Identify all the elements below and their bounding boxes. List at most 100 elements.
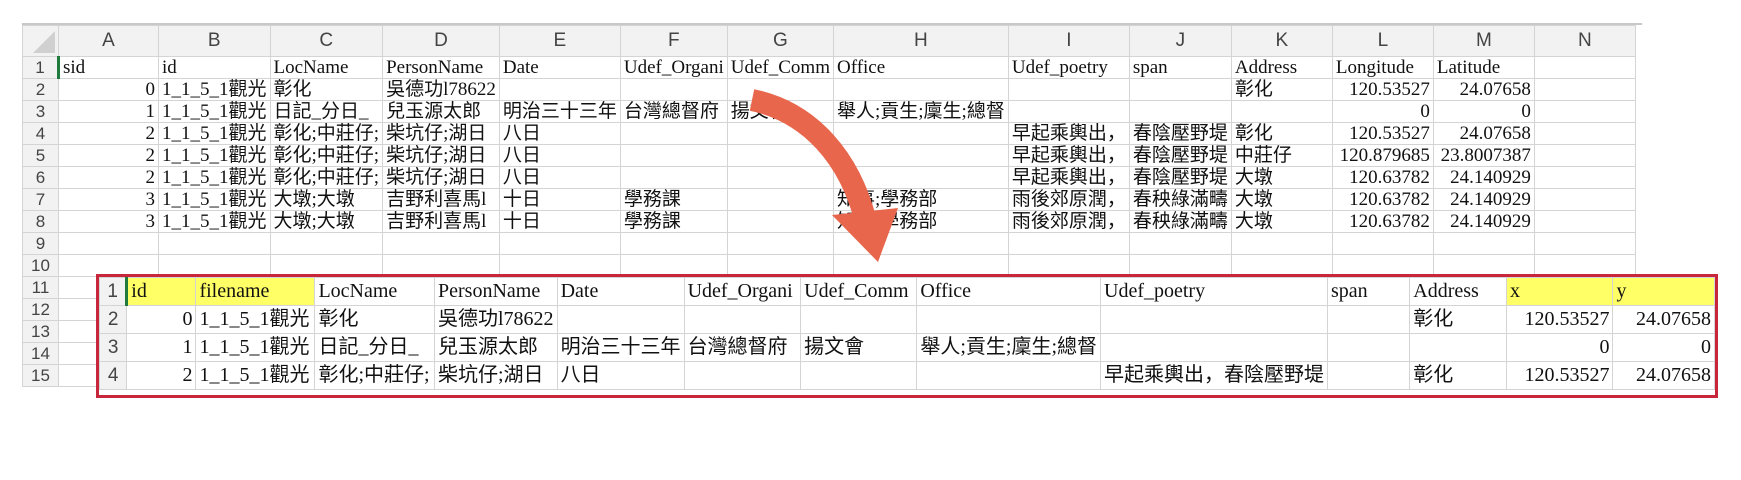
sheet-cell[interactable]: Udef_poetry (1007, 56, 1130, 79)
sheet-cell[interactable]: 120.63782 (1331, 166, 1434, 189)
column-header-b[interactable]: B (158, 25, 271, 57)
sheet-cell[interactable] (1230, 100, 1333, 123)
sheet-cell[interactable]: 學務課 (619, 210, 728, 233)
sheet-cell[interactable] (833, 144, 1009, 167)
sheet-cell[interactable]: 1_1_5_1觀光 (158, 122, 271, 145)
column-header-a[interactable]: A (58, 25, 159, 57)
sheet-cell[interactable] (1533, 78, 1636, 101)
sheet-cell[interactable]: 知事;學務部 (833, 188, 1009, 211)
sheet-cell[interactable]: 早起乘輿出， (1007, 122, 1130, 145)
sheet-cell[interactable]: 八日 (498, 144, 621, 167)
sheet-cell[interactable]: 24.140929 (1432, 166, 1535, 189)
sheet-cell[interactable] (726, 232, 835, 255)
sheet-cell[interactable]: 春陰壓野堤 (1128, 144, 1232, 167)
sheet-cell[interactable]: 24.140929 (1432, 210, 1535, 233)
sheet-cell[interactable]: 吉野利喜馬l (382, 210, 500, 233)
sheet-cell[interactable] (833, 78, 1009, 101)
sheet-cell[interactable] (58, 232, 159, 255)
sheet-cell[interactable]: 彰化;中莊仔; (269, 166, 384, 189)
sheet-cell[interactable]: 雨後郊原潤， (1007, 188, 1130, 211)
column-header-h[interactable]: H (833, 25, 1009, 57)
row-header[interactable]: 7 (22, 188, 59, 211)
sheet-cell[interactable]: Latitude (1432, 56, 1535, 79)
sheet-cell[interactable]: 24.07658 (1432, 78, 1535, 101)
row-header[interactable]: 9 (22, 232, 59, 255)
sheet-cell[interactable]: 24.140929 (1432, 188, 1535, 211)
sheet-cell[interactable]: 1_1_5_1觀光 (158, 188, 271, 211)
sheet-cell[interactable] (1533, 210, 1636, 233)
row-header[interactable]: 10 (22, 254, 59, 277)
sheet-cell[interactable]: 台灣總督府 (619, 100, 728, 123)
sheet-cell[interactable]: 彰化;中莊仔; (269, 144, 384, 167)
sheet-cell[interactable]: Date (498, 56, 621, 79)
sheet-cell[interactable] (1128, 100, 1232, 123)
sheet-cell[interactable]: 1_1_5_1觀光 (158, 166, 271, 189)
column-header-l[interactable]: L (1331, 25, 1434, 57)
sheet-cell[interactable]: 大墩 (1230, 188, 1333, 211)
sheet-cell[interactable]: 3 (58, 210, 159, 233)
column-header-e[interactable]: E (498, 25, 621, 57)
sheet-cell[interactable]: Address (1230, 56, 1333, 79)
sheet-cell[interactable]: 春秧綠滿疇 (1128, 210, 1232, 233)
sheet-cell[interactable] (1533, 122, 1636, 145)
row-header[interactable]: 13 (22, 320, 59, 343)
sheet-cell[interactable] (1533, 144, 1636, 167)
sheet-cell[interactable]: 120.53527 (1331, 122, 1434, 145)
sheet-cell[interactable]: 雨後郊原潤， (1007, 210, 1130, 233)
sheet-cell[interactable] (619, 166, 728, 189)
row-header[interactable]: 8 (22, 210, 59, 233)
sheet-cell[interactable]: 春秧綠滿疇 (1128, 188, 1232, 211)
sheet-cell[interactable] (1128, 232, 1232, 255)
sheet-cell[interactable]: 八日 (498, 166, 621, 189)
sheet-cell[interactable] (726, 144, 835, 167)
row-header[interactable]: 6 (22, 166, 59, 189)
sheet-cell[interactable] (158, 232, 271, 255)
sheet-cell[interactable]: Udef_Organi (619, 56, 728, 79)
column-header-j[interactable]: J (1128, 25, 1232, 57)
sheet-cell[interactable]: 1_1_5_1觀光 (158, 144, 271, 167)
sheet-cell[interactable] (1331, 232, 1434, 255)
sheet-cell[interactable] (726, 78, 835, 101)
column-header-n[interactable]: N (1533, 25, 1636, 57)
column-header-k[interactable]: K (1230, 25, 1333, 57)
sheet-cell[interactable]: span (1128, 56, 1232, 79)
sheet-cell[interactable]: 彰化 (1230, 122, 1333, 145)
sheet-cell[interactable]: 120.879685 (1331, 144, 1434, 167)
sheet-cell[interactable]: 1_1_5_1觀光 (158, 78, 271, 101)
sheet-cell[interactable] (1230, 232, 1333, 255)
sheet-cell[interactable]: LocName (269, 56, 384, 79)
sheet-cell[interactable] (1007, 78, 1130, 101)
column-header-m[interactable]: M (1432, 25, 1535, 57)
sheet-cell[interactable]: 柴坑仔;湖日 (382, 166, 500, 189)
sheet-cell[interactable] (382, 232, 500, 255)
sheet-cell[interactable]: 舉人;貢生;廩生;總督 (833, 100, 1009, 123)
sheet-cell[interactable]: 2 (58, 166, 159, 189)
sheet-cell[interactable]: sid (58, 56, 159, 79)
sheet-cell[interactable]: 大墩 (1230, 166, 1333, 189)
sheet-cell[interactable] (619, 78, 728, 101)
sheet-cell[interactable]: 2 (58, 144, 159, 167)
row-header[interactable]: 14 (22, 342, 59, 365)
column-header-g[interactable]: G (726, 25, 835, 57)
row-header[interactable]: 2 (22, 78, 59, 101)
sheet-cell[interactable]: 柴坑仔;湖日 (382, 144, 500, 167)
sheet-cell[interactable]: 120.63782 (1331, 188, 1434, 211)
sheet-cell[interactable]: 大墩;大墩 (269, 210, 384, 233)
sheet-cell[interactable] (833, 122, 1009, 145)
column-header-i[interactable]: I (1007, 25, 1130, 57)
sheet-cell[interactable]: 兒玉源太郎 (382, 100, 500, 123)
sheet-cell[interactable]: 彰化 (1230, 78, 1333, 101)
sheet-cell[interactable]: Office (833, 56, 1009, 79)
sheet-cell[interactable]: 大墩;大墩 (269, 188, 384, 211)
sheet-cell[interactable]: 早起乘輿出， (1007, 144, 1130, 167)
sheet-cell[interactable]: Udef_Comm (726, 56, 835, 79)
sheet-cell[interactable]: 吳德功l78622 (382, 78, 500, 101)
row-header[interactable]: 5 (22, 144, 59, 167)
sheet-cell[interactable] (619, 122, 728, 145)
sheet-cell[interactable] (833, 166, 1009, 189)
sheet-cell[interactable] (726, 188, 835, 211)
sheet-cell[interactable]: 2 (58, 122, 159, 145)
sheet-cell[interactable] (1533, 188, 1636, 211)
select-all-corner[interactable] (22, 25, 59, 57)
sheet-cell[interactable]: id (158, 56, 271, 79)
